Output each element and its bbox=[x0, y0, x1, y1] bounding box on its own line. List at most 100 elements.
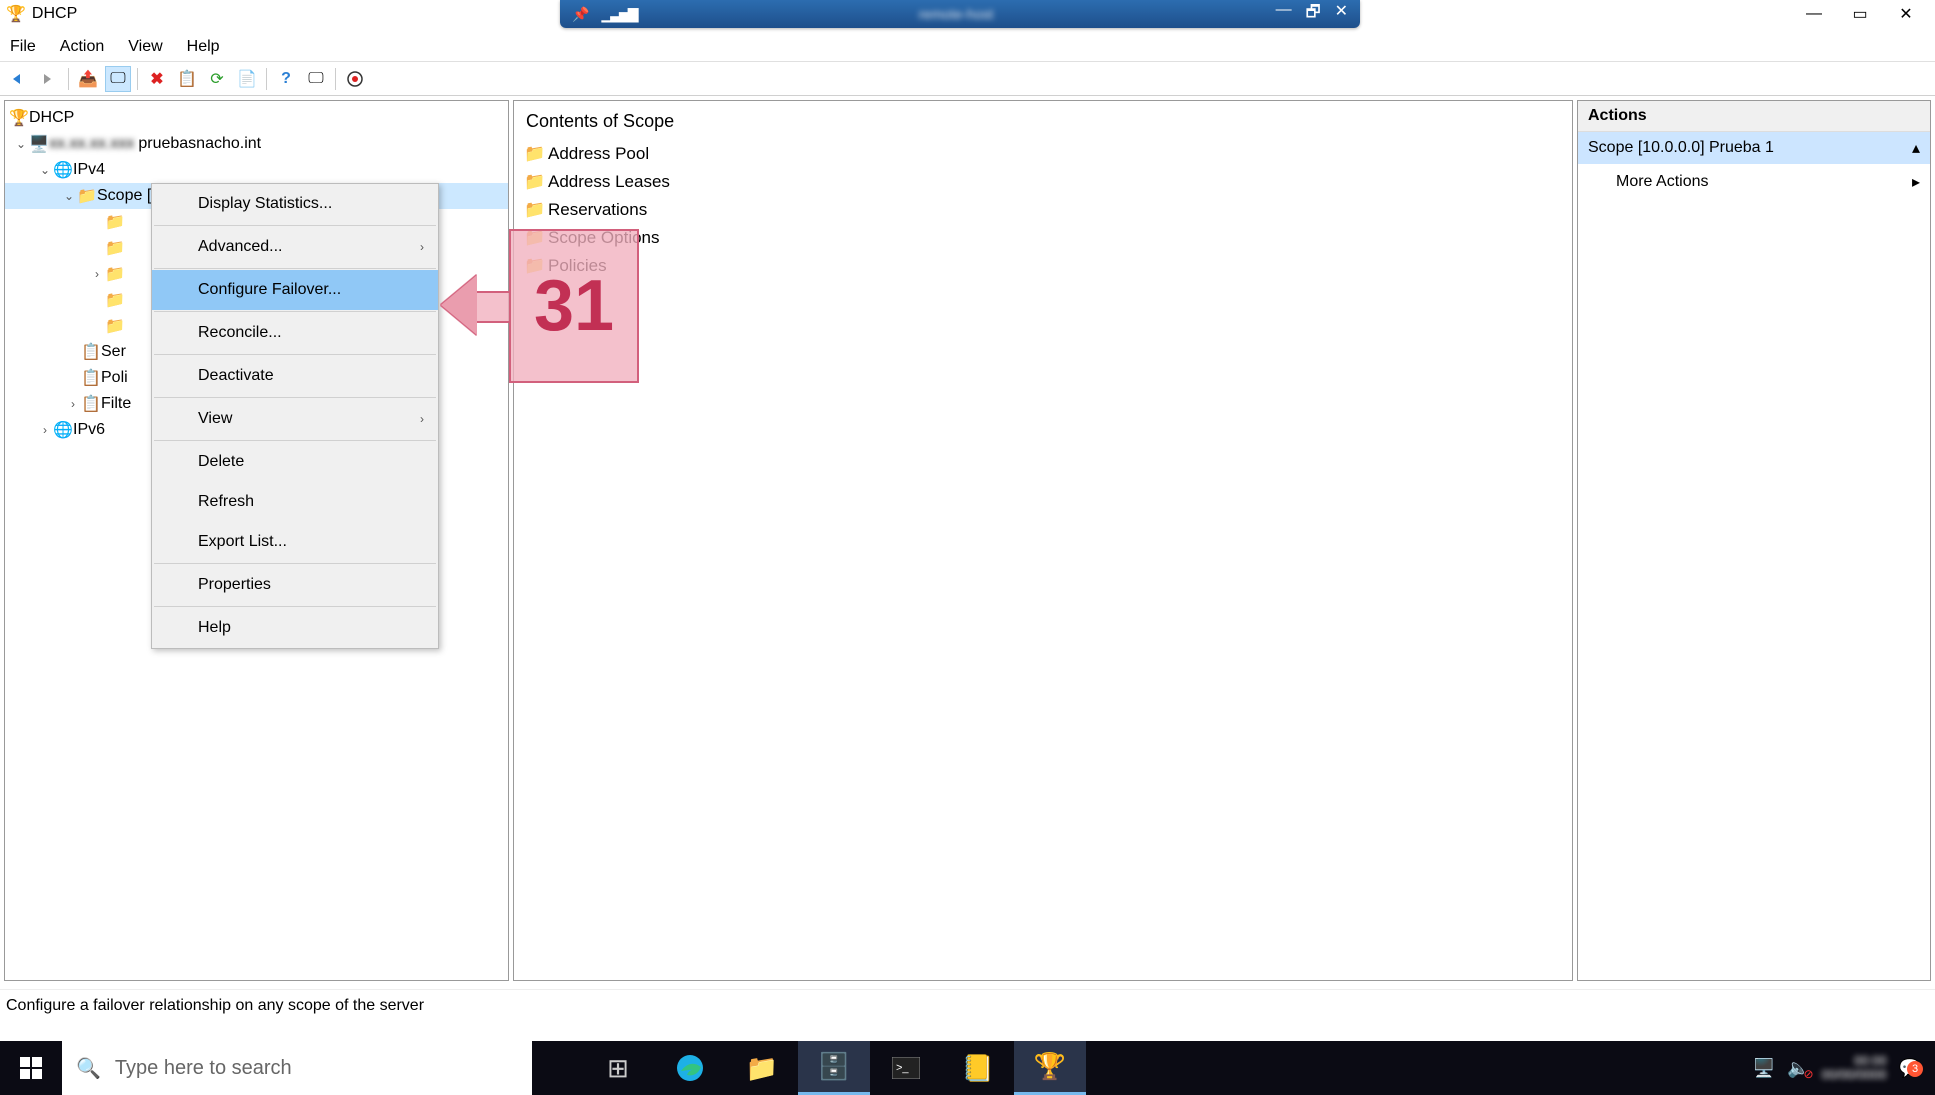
expander-ipv4[interactable]: ⌄ bbox=[37, 163, 53, 177]
server-ip-blurred: xx.xx.xx.xxx bbox=[49, 135, 134, 153]
record-icon[interactable] bbox=[342, 66, 368, 92]
content-address-pool[interactable]: 📁Address Pool bbox=[524, 140, 1562, 168]
start-button[interactable] bbox=[0, 1041, 62, 1095]
content-pane: Contents of Scope 📁Address Pool 📁Address… bbox=[513, 100, 1573, 981]
folder-icon: 📁 bbox=[105, 316, 125, 336]
callout-number: 31 bbox=[534, 265, 614, 347]
outer-close-button[interactable]: ✕ bbox=[1883, 0, 1929, 28]
windows-icon bbox=[20, 1057, 42, 1079]
taskbar-app[interactable]: 📒 bbox=[942, 1041, 1014, 1095]
taskbar-cmd[interactable]: >_ bbox=[870, 1041, 942, 1095]
expander-server[interactable]: ⌄ bbox=[13, 137, 29, 151]
ipv4-icon: 🌐 bbox=[53, 160, 73, 180]
tree-ipv4[interactable]: IPv4 bbox=[73, 161, 105, 179]
menu-action[interactable]: Action bbox=[60, 38, 104, 56]
taskbar-explorer[interactable]: 📁 bbox=[726, 1041, 798, 1095]
tree-server-options[interactable]: Ser bbox=[101, 343, 126, 361]
taskbar: 🔍 Type here to search ⊞ 📁 🗄️ >_ 📒 🏆 🖥️ 🔈… bbox=[0, 1041, 1935, 1095]
policies-icon: 📋 bbox=[81, 368, 101, 388]
refresh-button[interactable]: ⟳ bbox=[204, 66, 230, 92]
taskbar-edge[interactable] bbox=[654, 1041, 726, 1095]
cm-view[interactable]: View› bbox=[152, 399, 438, 439]
folder-icon: 📁 bbox=[524, 144, 542, 164]
tree-ipv6[interactable]: IPv6 bbox=[73, 421, 105, 439]
expander-scope[interactable]: ⌄ bbox=[61, 189, 77, 203]
remote-connection-bar: 📌 ▁▃▅▇ remote-host — 🗗 ✕ bbox=[560, 0, 1360, 28]
cm-deactivate[interactable]: Deactivate bbox=[152, 356, 438, 396]
folder-icon: 📁 bbox=[524, 200, 542, 220]
status-bar: Configure a failover relationship on any… bbox=[0, 989, 1935, 1021]
menubar: File Action View Help bbox=[0, 32, 1935, 62]
tree-filters[interactable]: Filte bbox=[101, 395, 131, 413]
app-title: 🏆 DHCP bbox=[6, 4, 77, 24]
folder-icon: 📁 bbox=[105, 238, 125, 258]
tray-volume-icon[interactable]: 🔈⊘ bbox=[1787, 1058, 1809, 1079]
outer-maximize-button[interactable]: ▭ bbox=[1837, 0, 1883, 28]
content-reservations[interactable]: 📁Reservations bbox=[524, 196, 1562, 224]
context-menu: Display Statistics... Advanced...› Confi… bbox=[151, 183, 439, 649]
show-hide-tree-button[interactable]: 🖵 bbox=[105, 66, 131, 92]
tray-notifications[interactable]: 💬3 bbox=[1899, 1058, 1921, 1079]
cm-delete[interactable]: Delete bbox=[152, 442, 438, 482]
properties-button[interactable]: 📋 bbox=[174, 66, 200, 92]
nav-forward-button[interactable] bbox=[36, 66, 62, 92]
chevron-right-icon: ▸ bbox=[1912, 172, 1920, 192]
tree-root[interactable]: DHCP bbox=[29, 109, 74, 127]
actions-title: Actions bbox=[1578, 101, 1930, 132]
server-icon: 🖥️ bbox=[29, 134, 49, 154]
cm-configure-failover[interactable]: Configure Failover... bbox=[152, 270, 438, 310]
actions-more[interactable]: More Actions ▸ bbox=[1578, 164, 1930, 200]
signal-icon: ▁▃▅▇ bbox=[601, 6, 636, 23]
menu-file[interactable]: File bbox=[10, 38, 36, 56]
tree-pane: 🏆 DHCP ⌄ 🖥️ xx.xx.xx.xxx pruebasnacho.in… bbox=[4, 100, 509, 981]
tray-display-icon[interactable]: 🖥️ bbox=[1753, 1058, 1775, 1079]
folder-icon: 📁 bbox=[105, 212, 125, 232]
cm-advanced[interactable]: Advanced...› bbox=[152, 227, 438, 267]
help-button[interactable]: ? bbox=[273, 66, 299, 92]
remote-restore-button[interactable]: 🗗 bbox=[1306, 1, 1321, 28]
nav-back-button[interactable] bbox=[6, 66, 32, 92]
content-address-leases[interactable]: 📁Address Leases bbox=[524, 168, 1562, 196]
cm-display-statistics[interactable]: Display Statistics... bbox=[152, 184, 438, 224]
actions-pane: Actions Scope [10.0.0.0] Prueba 1 ▴ More… bbox=[1577, 100, 1931, 981]
task-view-button[interactable]: ⊞ bbox=[582, 1041, 654, 1095]
delete-button[interactable]: ✖ bbox=[144, 66, 170, 92]
cm-reconcile[interactable]: Reconcile... bbox=[152, 313, 438, 353]
taskbar-dhcp[interactable]: 🏆 bbox=[1014, 1041, 1086, 1095]
pin-icon[interactable]: 📌 bbox=[572, 6, 589, 23]
expander-ipv6[interactable]: › bbox=[37, 423, 53, 437]
action-pane-button[interactable]: 🖵 bbox=[303, 66, 329, 92]
content-scope-options[interactable]: 📁Scope Options bbox=[524, 224, 1562, 252]
content-policies[interactable]: 📁Policies bbox=[524, 252, 1562, 280]
chevron-right-icon: › bbox=[420, 240, 424, 254]
cm-help[interactable]: Help bbox=[152, 608, 438, 648]
tray-clock[interactable]: 00:0000/00/0000 bbox=[1822, 1054, 1887, 1082]
up-level-button[interactable]: 📤 bbox=[75, 66, 101, 92]
export-list-button[interactable]: 📄 bbox=[234, 66, 260, 92]
dhcp-root-icon: 🏆 bbox=[9, 108, 29, 128]
remote-minimize-button[interactable]: — bbox=[1276, 1, 1292, 28]
menu-view[interactable]: View bbox=[128, 38, 162, 56]
menu-help[interactable]: Help bbox=[187, 38, 220, 56]
svg-text:>_: >_ bbox=[896, 1062, 909, 1074]
cm-export-list[interactable]: Export List... bbox=[152, 522, 438, 562]
taskbar-server-manager[interactable]: 🗄️ bbox=[798, 1041, 870, 1095]
server-options-icon: 📋 bbox=[81, 342, 101, 362]
cm-properties[interactable]: Properties bbox=[152, 565, 438, 605]
outer-minimize-button[interactable]: — bbox=[1791, 0, 1837, 28]
tree-policies[interactable]: Poli bbox=[101, 369, 128, 387]
expander-filters[interactable]: › bbox=[65, 397, 81, 411]
cm-refresh[interactable]: Refresh bbox=[152, 482, 438, 522]
actions-scope-header[interactable]: Scope [10.0.0.0] Prueba 1 ▴ bbox=[1578, 132, 1930, 164]
remote-close-button[interactable]: ✕ bbox=[1335, 1, 1348, 28]
search-placeholder: Type here to search bbox=[115, 1057, 292, 1080]
taskbar-search[interactable]: 🔍 Type here to search bbox=[62, 1041, 532, 1095]
filters-icon: 📋 bbox=[81, 394, 101, 414]
ipv6-icon: 🌐 bbox=[53, 420, 73, 440]
tree-server[interactable]: pruebasnacho.int bbox=[138, 135, 261, 153]
app-title-text: DHCP bbox=[32, 5, 77, 23]
collapse-up-icon[interactable]: ▴ bbox=[1912, 138, 1920, 158]
search-icon: 🔍 bbox=[76, 1056, 101, 1081]
expander-icon[interactable]: › bbox=[89, 267, 105, 281]
toolbar: 📤 🖵 ✖ 📋 ⟳ 📄 ? 🖵 bbox=[0, 62, 1935, 96]
